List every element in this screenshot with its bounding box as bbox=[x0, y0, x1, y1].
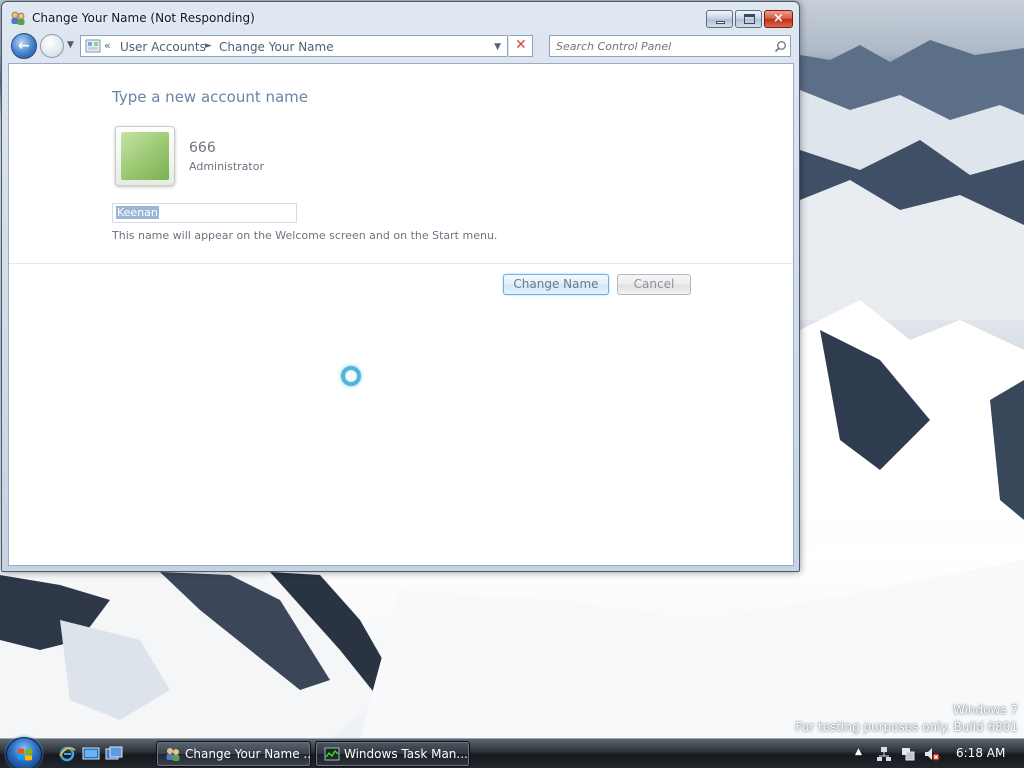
user-picture bbox=[121, 132, 169, 180]
cancel-button[interactable]: Cancel bbox=[617, 274, 691, 295]
system-clock[interactable]: 6:18 AM bbox=[956, 746, 1005, 760]
maximize-button[interactable] bbox=[735, 10, 762, 28]
taskbar-button-change-your-name[interactable]: Change Your Name ... bbox=[156, 741, 311, 767]
start-button[interactable] bbox=[6, 737, 42, 768]
account-name: 666 bbox=[189, 140, 216, 156]
show-desktop-icon[interactable] bbox=[82, 746, 100, 762]
change-name-button[interactable]: Change Name bbox=[503, 274, 609, 295]
search-icon[interactable] bbox=[774, 40, 787, 53]
back-arrow-icon: ← bbox=[18, 38, 30, 54]
close-icon: × bbox=[773, 11, 784, 26]
maximize-icon bbox=[744, 14, 755, 24]
change-name-window: Change Your Name (Not Responding) × ← ▼ … bbox=[1, 1, 800, 572]
breadcrumb-user-accounts[interactable]: User Accounts bbox=[120, 40, 206, 54]
page-title: Type a new account name bbox=[112, 88, 309, 106]
user-accounts-icon bbox=[11, 11, 25, 25]
forward-button[interactable] bbox=[40, 34, 64, 58]
title-bar[interactable]: Change Your Name (Not Responding) × bbox=[2, 2, 799, 32]
new-name-value: Keenan bbox=[116, 206, 159, 219]
name-hint: This name will appear on the Welcome scr… bbox=[112, 229, 498, 242]
show-hidden-icons-icon[interactable]: ▲ bbox=[855, 747, 862, 757]
windows-flag-icon bbox=[18, 748, 32, 761]
new-name-field[interactable]: Keenan bbox=[112, 203, 297, 223]
navigation-bar: ← ▼ « User Accounts ► Change Your Name ▼… bbox=[8, 32, 794, 60]
close-button[interactable]: × bbox=[764, 10, 793, 28]
address-bar[interactable]: « User Accounts ► Change Your Name ▼ bbox=[80, 35, 508, 57]
switch-windows-icon[interactable] bbox=[105, 746, 123, 762]
user-accounts-icon bbox=[166, 748, 180, 761]
divider bbox=[9, 263, 793, 264]
breadcrumb-separator-icon[interactable]: ► bbox=[205, 41, 212, 51]
taskbar-button-task-manager[interactable]: Windows Task Man... bbox=[315, 741, 470, 767]
taskbar: Change Your Name ... Windows Task Man...… bbox=[0, 737, 1024, 768]
network-icon[interactable] bbox=[876, 746, 892, 762]
account-type: Administrator bbox=[189, 160, 264, 173]
recent-pages-button[interactable]: ▼ bbox=[67, 40, 74, 50]
minimize-icon bbox=[716, 21, 725, 24]
internet-explorer-icon[interactable] bbox=[58, 746, 76, 762]
address-dropdown-icon[interactable]: ▼ bbox=[494, 42, 501, 52]
stop-icon: ✕ bbox=[515, 37, 527, 53]
window-title: Change Your Name (Not Responding) bbox=[32, 11, 255, 25]
control-panel-icon bbox=[85, 39, 101, 53]
watermark-build: For testing purposes only. Build 6801 bbox=[795, 720, 1018, 734]
volume-muted-icon[interactable] bbox=[924, 746, 940, 762]
busy-cursor-icon bbox=[341, 366, 361, 386]
stop-button[interactable]: ✕ bbox=[509, 35, 533, 57]
search-input[interactable] bbox=[549, 35, 791, 57]
taskbar-button-label: Change Your Name ... bbox=[185, 747, 311, 761]
breadcrumb-change-your-name[interactable]: Change Your Name bbox=[219, 40, 334, 54]
minimize-button[interactable] bbox=[706, 10, 733, 28]
watermark-version: Windows 7 bbox=[952, 703, 1018, 717]
avatar bbox=[115, 126, 175, 186]
breadcrumb-overflow-icon[interactable]: « bbox=[104, 39, 111, 52]
task-manager-icon bbox=[324, 747, 340, 761]
content-area: Type a new account name 666 Administrato… bbox=[8, 63, 794, 566]
taskbar-button-label: Windows Task Man... bbox=[344, 747, 468, 761]
action-center-icon[interactable] bbox=[900, 746, 916, 762]
back-button[interactable]: ← bbox=[11, 33, 37, 59]
